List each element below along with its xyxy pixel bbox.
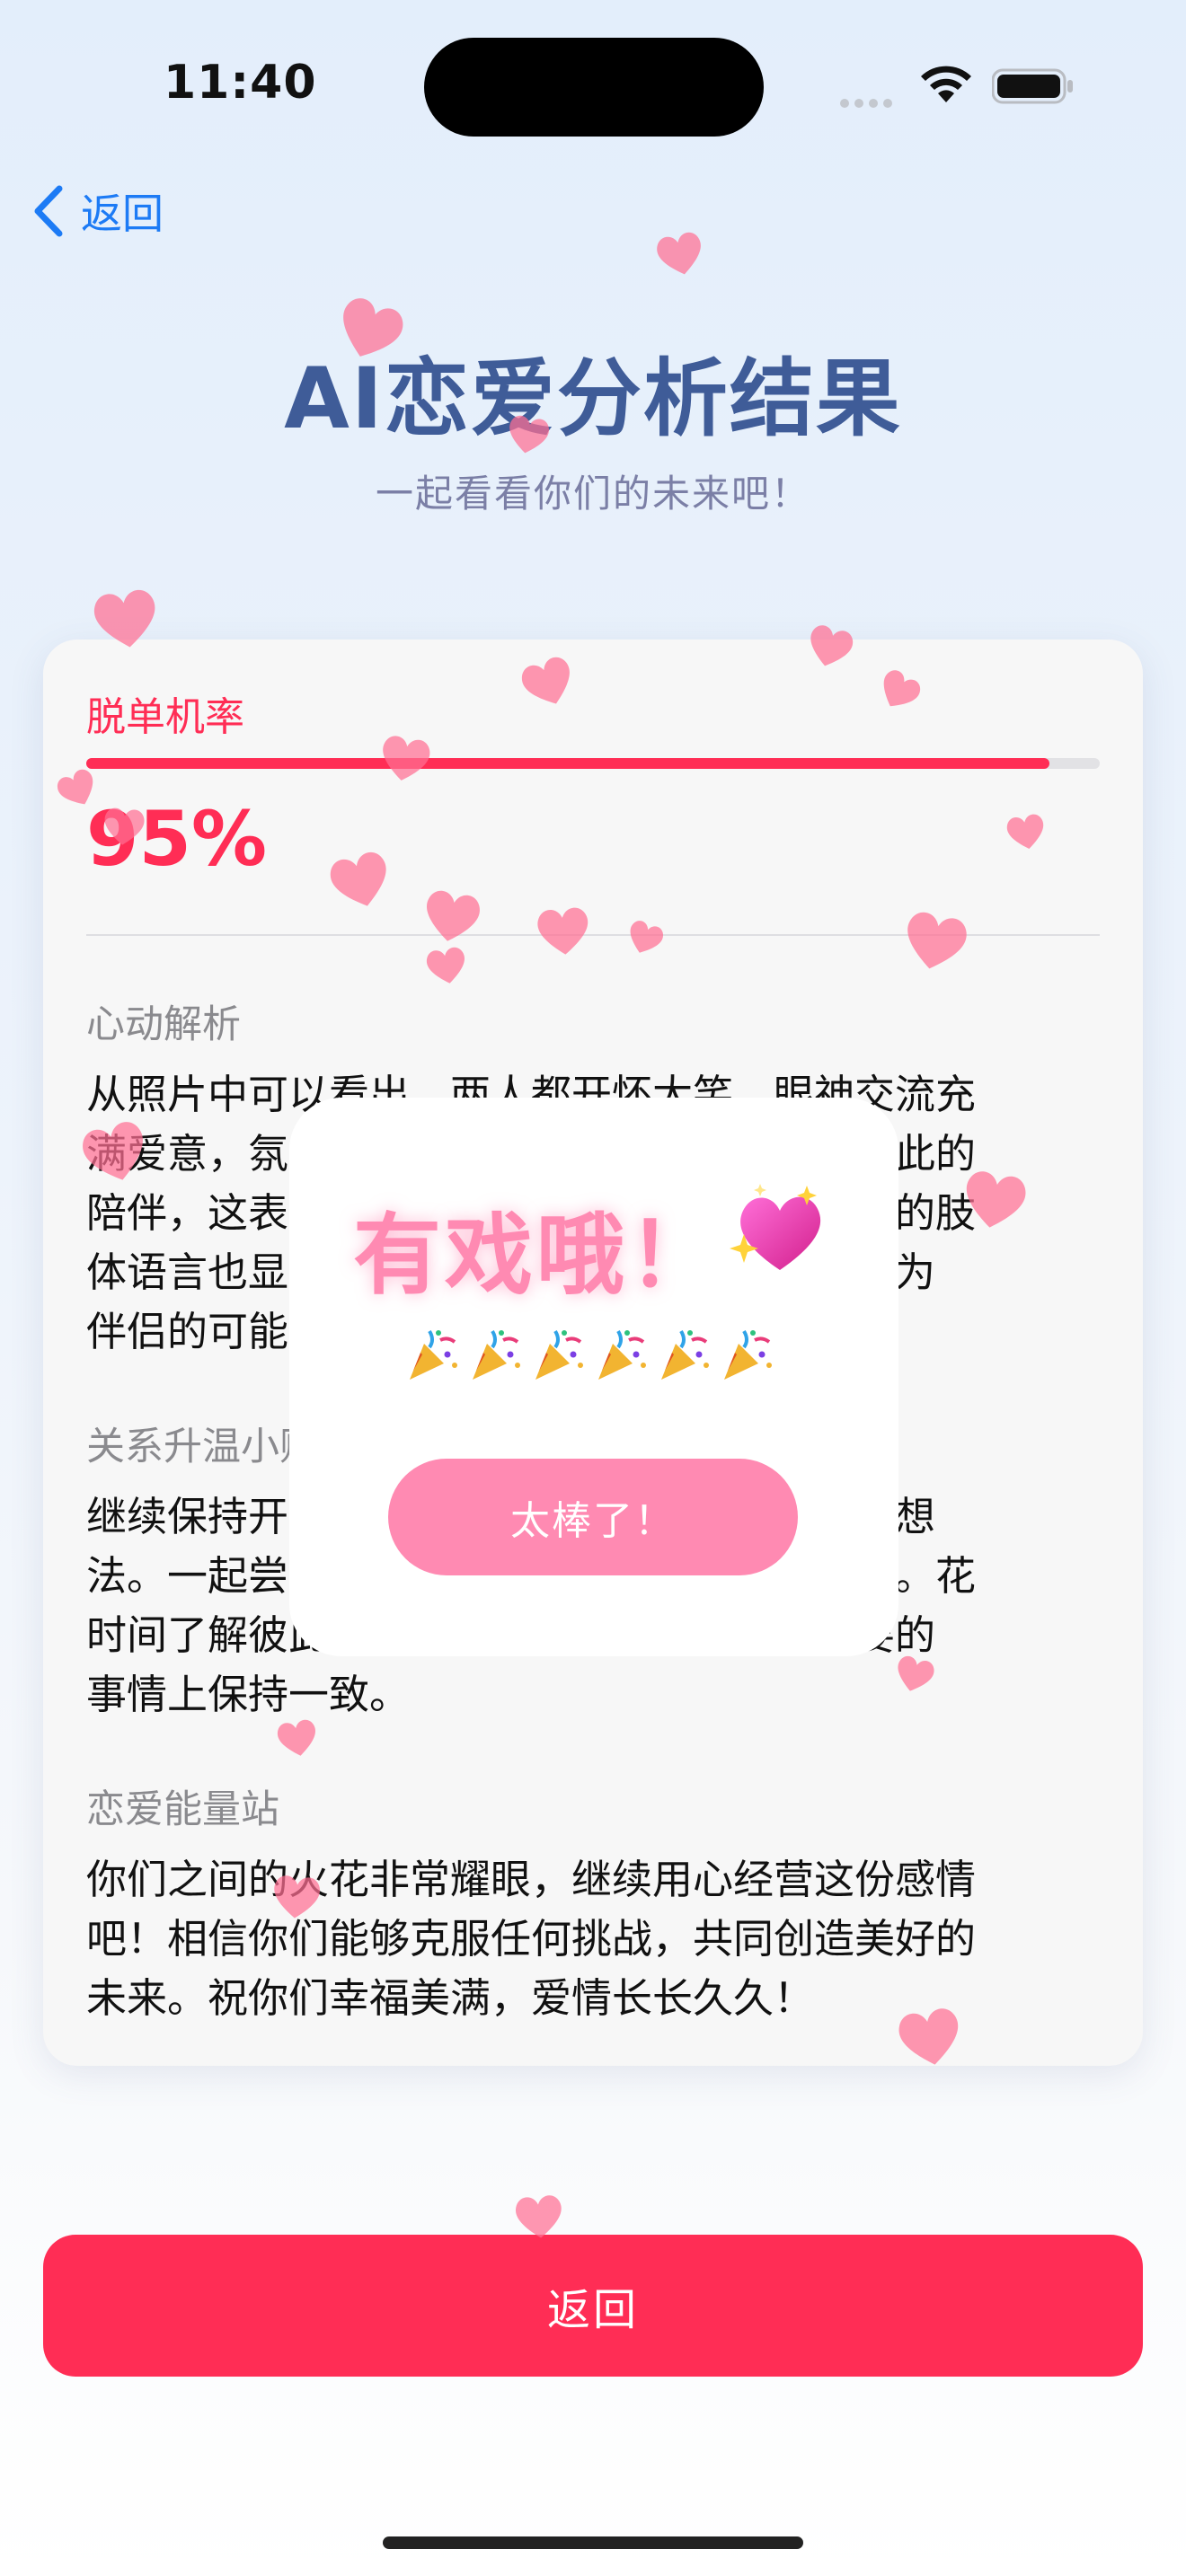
back-nav-label: 返回 (81, 190, 164, 238)
section-line: 吧！相信你们能够克服任何挑战，共同创造美好的 (86, 1915, 977, 1963)
stat-label: 脱单机率 (86, 694, 244, 740)
progress-bar (86, 758, 1100, 769)
floating-heart-icon (93, 589, 155, 648)
section-line: 你们之间的火花非常耀眼，继续用心经营这份感情 (86, 1856, 977, 1903)
status-time: 11:40 (164, 56, 317, 110)
section-title: 恋爱能量站 (86, 1787, 279, 1832)
confetti-row (404, 1328, 774, 1383)
party-popper-icon (724, 1329, 772, 1380)
floating-heart-icon (383, 736, 430, 781)
return-button[interactable]: 返回 (43, 2235, 1143, 2377)
floating-heart-icon (426, 947, 465, 984)
section-title: 心动解析 (86, 1002, 241, 1047)
dynamic-island (424, 38, 764, 137)
home-indicator (383, 2536, 803, 2549)
progress-bar-fill (86, 758, 1049, 769)
chevron-left-icon (34, 185, 63, 237)
floating-heart-icon (516, 2195, 562, 2238)
floating-heart-icon (966, 1171, 1026, 1228)
party-popper-icon (535, 1329, 583, 1380)
popup-title: 有戏哦！ (353, 1204, 721, 1307)
section-line: 事情上保持一致。 (86, 1671, 411, 1718)
back-nav-button[interactable]: 返回 (32, 180, 164, 243)
floating-heart-icon (657, 232, 701, 275)
floating-heart-icon (277, 1719, 315, 1756)
floating-heart-icon (274, 1875, 320, 1919)
page-title: AI恋爱分析结果 (284, 350, 902, 448)
battery-icon (992, 68, 1073, 104)
party-popper-icon (410, 1329, 457, 1380)
floating-heart-icon (537, 907, 589, 955)
floating-heart-icon (104, 807, 145, 845)
wifi-icon (921, 66, 971, 102)
party-popper-icon (473, 1329, 520, 1380)
floating-heart-icon (427, 890, 480, 941)
sparkling-heart-icon (730, 1184, 821, 1270)
floating-heart-icon (509, 415, 549, 454)
party-popper-icon (661, 1329, 709, 1380)
page-subtitle: 一起看看你们的未来吧！ (375, 472, 810, 516)
floating-heart-icon (1006, 814, 1044, 849)
party-popper-icon (598, 1329, 646, 1380)
great-button[interactable]: 太棒了！ (388, 1459, 798, 1575)
cellular-signal-icon (840, 94, 898, 111)
floating-heart-icon (898, 2008, 959, 2065)
